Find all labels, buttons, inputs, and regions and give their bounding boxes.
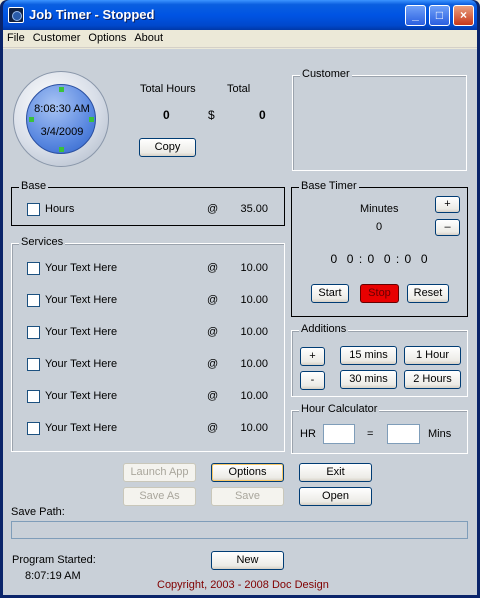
currency-symbol: $ [208,108,215,122]
service-6-rate: 10.00 [240,422,268,434]
clock-marker-3 [89,117,94,122]
program-started-label: Program Started: [12,554,96,566]
minutes-plus-button[interactable]: + [435,196,460,213]
save-as-button[interactable]: Save As [123,487,196,506]
additions-minus-button[interactable]: - [300,371,325,390]
main-content: 8:08:30 AM 3/4/2009 Total Hours Total 0 … [3,49,477,595]
customer-group: Customer [292,68,467,171]
minutes-input[interactable] [387,424,420,444]
close-button[interactable]: × [453,5,474,26]
options-button[interactable]: Options [211,463,284,482]
app-clock-icon[interactable] [8,7,24,23]
total-value: 0 [259,108,266,122]
minimize-button[interactable]: _ [405,5,426,26]
service-4-rate: 10.00 [240,358,268,370]
add-30-mins-button[interactable]: 30 mins [340,370,397,389]
launch-app-button[interactable]: Launch App [123,463,196,482]
new-button[interactable]: New [211,551,284,570]
menu-file[interactable]: File [3,30,29,46]
service-1-label: Your Text Here [45,262,118,274]
service-3-rate: 10.00 [240,326,268,338]
clock-face: 8:08:30 AM 3/4/2009 [26,84,96,154]
service-4-checkbox[interactable] [27,358,40,371]
hour-calculator-group: Hour Calculator HR = Mins [291,403,468,454]
service-2-label: Your Text Here [45,294,118,306]
timer-stop-button[interactable]: Stop [360,284,399,303]
save-button[interactable]: Save [211,487,284,506]
service-2-checkbox[interactable] [27,294,40,307]
clock-time: 8:08:30 AM [34,103,90,115]
mins-label: Mins [428,428,452,440]
services-legend: Services [19,236,66,248]
total-hours-value: 0 [163,108,170,122]
service-4-label: Your Text Here [45,358,118,370]
maximize-button[interactable]: □ [429,5,450,26]
service-2-rate: 10.00 [240,294,268,306]
base-hours-rate: 35.00 [240,203,268,215]
minutes-minus-button[interactable]: – [435,219,460,236]
hr-label: HR [300,428,316,440]
service-6-label: Your Text Here [45,422,118,434]
hour-calculator-legend: Hour Calculator [299,403,380,415]
timer-start-button[interactable]: Start [311,284,349,303]
clock-marker-12 [59,87,64,92]
base-timer-legend: Base Timer [299,180,359,192]
base-hours-label: Hours [45,203,75,215]
total-hours-label: Total Hours [140,83,196,95]
menu-about[interactable]: About [130,30,167,46]
menu-bar: File Customer Options About [3,30,477,48]
minutes-label: Minutes [360,203,399,215]
minutes-value: 0 [376,221,383,233]
clock-widget: 8:08:30 AM 3/4/2009 [13,71,109,167]
copyright-text: Copyright, 2003 - 2008 Doc Design [157,579,329,591]
base-group: Base Hours @ 35.00 [11,180,285,226]
hours-input[interactable] [323,424,355,444]
services-group: Services Your Text Here @ 10.00 Your Tex… [11,236,285,452]
open-button[interactable]: Open [299,487,372,506]
service-1-rate: 10.00 [240,262,268,274]
menu-customer[interactable]: Customer [29,30,85,46]
service-3-label: Your Text Here [45,326,118,338]
copy-button[interactable]: Copy [139,138,196,157]
program-started-time: 8:07:19 AM [25,570,81,582]
additions-group: Additions + 15 mins 1 Hour - 30 mins 2 H… [291,323,468,397]
window-title: Job Timer - Stopped [29,7,155,22]
clock-date: 3/4/2009 [40,126,84,138]
timer-display: 0 0 : 0 0 : 0 0 [330,252,429,266]
clock-marker-9 [29,117,34,122]
save-path-label: Save Path: [11,506,65,518]
service-3-checkbox[interactable] [27,326,40,339]
service-6-checkbox[interactable] [27,422,40,435]
base-timer-group: Base Timer Minutes 0 + – 0 0 : 0 0 : 0 0… [291,180,468,317]
title-bar[interactable]: Job Timer - Stopped _ □ × [3,0,477,30]
timer-reset-button[interactable]: Reset [407,284,449,303]
service-5-checkbox[interactable] [27,390,40,403]
additions-plus-button[interactable]: + [300,347,325,366]
app-window: Job Timer - Stopped _ □ × File Customer Op… [0,0,480,598]
add-1-hour-button[interactable]: 1 Hour [404,346,461,365]
base-legend: Base [19,180,49,192]
save-path-field[interactable] [11,521,468,539]
add-2-hours-button[interactable]: 2 Hours [404,370,461,389]
equals-label: = [367,428,374,440]
service-5-rate: 10.00 [240,390,268,402]
total-label: Total [227,83,251,95]
menu-options[interactable]: Options [84,30,130,46]
base-hours-checkbox[interactable] [27,203,40,216]
service-1-checkbox[interactable] [27,262,40,275]
clock-marker-6 [59,147,64,152]
customer-legend: Customer [300,68,352,80]
additions-legend: Additions [299,323,349,335]
add-15-mins-button[interactable]: 15 mins [340,346,397,365]
exit-button[interactable]: Exit [299,463,372,482]
service-5-label: Your Text Here [45,390,118,402]
client-area: File Customer Options About 8:08:30 AM 3/4/… [3,30,477,595]
